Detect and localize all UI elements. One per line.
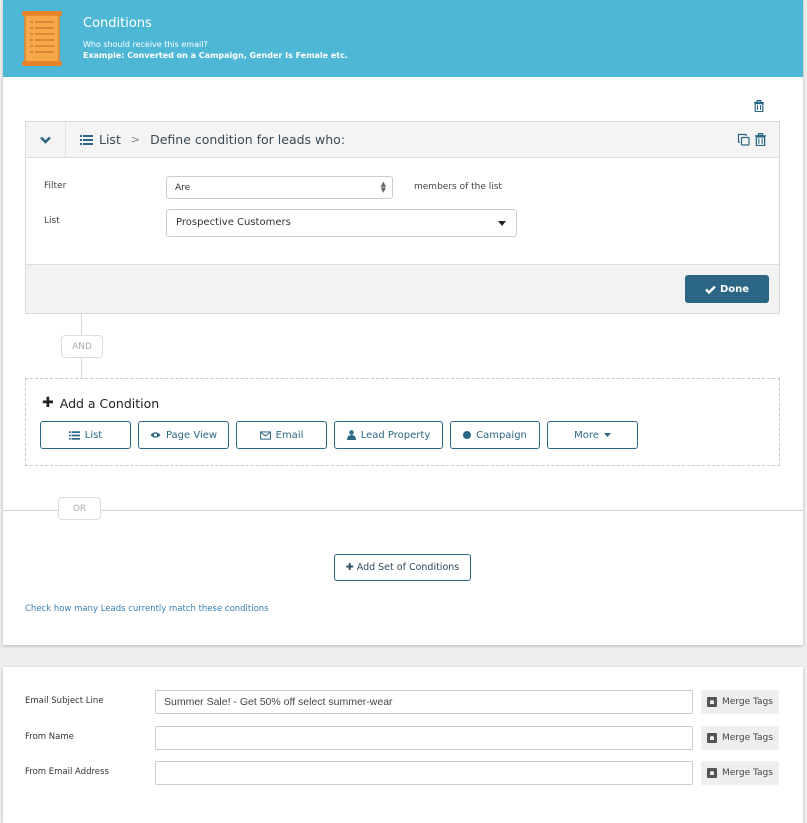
eye-icon: [150, 432, 161, 438]
from-email-input[interactable]: [155, 761, 693, 785]
subject-merge-tags-button[interactable]: Merge Tags: [701, 690, 779, 714]
done-button[interactable]: Done: [685, 275, 769, 303]
scroll-checklist-icon: [22, 11, 62, 66]
collapse-button[interactable]: [26, 122, 66, 158]
from-name-label: From Name: [25, 732, 74, 742]
condition-type-label: List: [99, 132, 121, 147]
filter-select-value: Are: [175, 183, 191, 193]
add-condition-title: Add a Condition: [59, 395, 160, 411]
or-divider: [3, 510, 803, 511]
breadcrumb-separator: >: [130, 133, 141, 146]
caret-down-icon: [603, 433, 611, 437]
circle-icon: [463, 431, 472, 439]
add-set-of-conditions-button[interactable]: ✚ Add Set of Conditions: [334, 554, 471, 581]
check-matching-leads-link[interactable]: Check how many Leads currently match the…: [25, 604, 269, 614]
from-name-input[interactable]: [155, 726, 693, 750]
and-connector-badge: AND: [61, 335, 103, 358]
list-icon: [68, 430, 80, 440]
done-label: Done: [719, 283, 750, 295]
from-email-merge-tags-button[interactable]: Merge Tags: [701, 761, 779, 785]
banner-example: Example: Converted on a Campaign, Gender…: [83, 51, 348, 60]
connector-line: [81, 314, 82, 335]
or-connector-badge: OR: [58, 497, 101, 520]
email-settings-panel: Email Subject Line Merge Tags From Name …: [3, 667, 803, 823]
copy-icon[interactable]: [737, 133, 750, 146]
delete-condition-trash-icon[interactable]: [754, 133, 767, 146]
conditions-panel: Conditions Who should receive this email…: [3, 0, 803, 645]
user-icon: [346, 430, 356, 440]
merge-tag-icon: [707, 733, 718, 743]
condition-footer: Done: [26, 264, 779, 313]
banner-subtitle: Who should receive this email?: [83, 40, 208, 49]
filter-suffix: members of the list: [414, 182, 502, 192]
delete-set-trash-icon[interactable]: [753, 100, 765, 112]
add-lead-property-condition-button[interactable]: Lead Property: [334, 421, 443, 449]
list-select[interactable]: Prospective Customers: [166, 209, 517, 237]
add-email-condition-button[interactable]: Email: [236, 421, 327, 449]
select-arrows-icon: ▲ ▼: [380, 180, 386, 194]
filter-select[interactable]: Are ▲ ▼: [166, 176, 393, 199]
subject-line-label: Email Subject Line: [25, 696, 104, 706]
add-page-view-condition-button[interactable]: Page View: [138, 421, 229, 449]
from-email-label: From Email Address: [25, 767, 109, 777]
add-condition-box: ✚ Add a Condition List Page View Email L…: [25, 378, 780, 466]
merge-tag-icon: [707, 697, 718, 707]
list-select-value: Prospective Customers: [176, 217, 291, 228]
condition-card: List > Define condition for leads who: F…: [25, 121, 780, 314]
banner-title: Conditions: [83, 16, 152, 31]
add-list-condition-button[interactable]: List: [40, 421, 131, 449]
plus-icon: ✚: [42, 395, 54, 411]
chevron-down-icon: [40, 136, 51, 144]
list-icon: [80, 134, 93, 145]
condition-header-text: Define condition for leads who:: [150, 132, 346, 147]
condition-header: List > Define condition for leads who:: [26, 122, 779, 158]
caret-down-icon: [498, 221, 506, 226]
from-name-merge-tags-button[interactable]: Merge Tags: [701, 726, 779, 750]
merge-tag-icon: [707, 768, 718, 778]
subject-line-input[interactable]: [155, 690, 693, 714]
list-label: List: [44, 216, 60, 226]
plus-icon: ✚: [345, 562, 354, 573]
add-campaign-condition-button[interactable]: Campaign: [450, 421, 540, 449]
more-conditions-button[interactable]: More: [547, 421, 638, 449]
filter-label: Filter: [44, 181, 67, 191]
check-icon: [705, 285, 716, 294]
connector-line: [81, 358, 82, 378]
envelope-icon: [259, 430, 271, 440]
conditions-banner: Conditions Who should receive this email…: [3, 0, 803, 77]
